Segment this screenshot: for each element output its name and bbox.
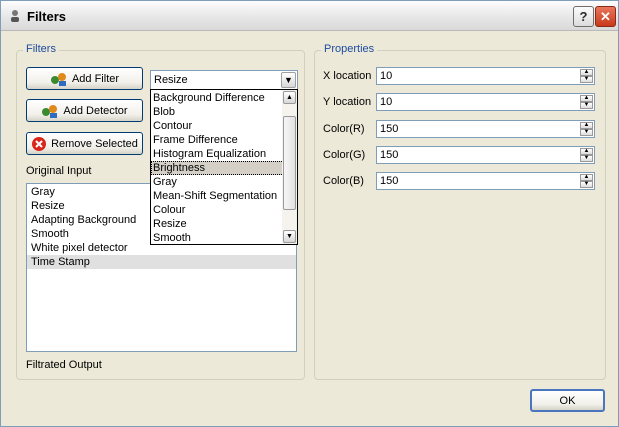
dropdown-scrollbar[interactable]: ▲ ▼ xyxy=(282,90,297,244)
dropdown-option[interactable]: Background Difference xyxy=(151,91,284,105)
y-location-value: 10 xyxy=(380,96,393,108)
dropdown-option[interactable]: Colour xyxy=(151,203,284,217)
add-detector-icon xyxy=(41,103,59,119)
color-r-label: Color(R) xyxy=(323,123,365,135)
properties-group-title: Properties xyxy=(321,43,378,55)
color-g-value: 150 xyxy=(380,149,399,161)
help-button[interactable]: ? xyxy=(573,6,594,27)
dropdown-option[interactable]: Blob xyxy=(151,105,284,119)
x-location-value: 10 xyxy=(380,70,393,82)
dropdown-option-selected[interactable]: Brightness xyxy=(151,161,284,175)
filter-type-select[interactable]: Resize ▼ xyxy=(150,70,298,90)
dropdown-option[interactable]: Gray xyxy=(151,175,284,189)
add-filter-icon xyxy=(50,71,68,87)
x-location-spinbox[interactable]: 10 ▲ ▼ xyxy=(376,67,595,85)
add-detector-button[interactable]: Add Detector xyxy=(26,99,143,122)
color-b-label: Color(B) xyxy=(323,175,364,187)
add-detector-label: Add Detector xyxy=(63,104,128,117)
color-b-value: 150 xyxy=(380,175,399,187)
chevron-down-icon[interactable]: ▼ xyxy=(281,72,296,88)
color-g-label: Color(G) xyxy=(323,149,366,161)
window-title: Filters xyxy=(27,9,67,24)
spin-up-icon[interactable]: ▲ xyxy=(580,95,593,102)
color-b-spinbox[interactable]: 150 ▲ ▼ xyxy=(376,172,595,190)
add-filter-label: Add Filter xyxy=(71,72,120,85)
scroll-down-icon[interactable]: ▼ xyxy=(283,230,296,243)
color-r-spinbox[interactable]: 150 ▲ ▼ xyxy=(376,120,595,138)
ok-button[interactable]: OK xyxy=(530,389,605,412)
filtrated-output-label: Filtrated Output xyxy=(26,359,102,371)
dropdown-option[interactable]: Histogram Equalization xyxy=(151,147,284,161)
remove-selected-button[interactable]: Remove Selected xyxy=(26,132,143,155)
spin-up-icon[interactable]: ▲ xyxy=(580,174,593,181)
remove-icon xyxy=(31,136,47,152)
y-location-spinbox[interactable]: 10 ▲ ▼ xyxy=(376,93,595,111)
dropdown-option[interactable]: Smooth xyxy=(151,231,284,244)
color-r-value: 150 xyxy=(380,123,399,135)
ok-label: OK xyxy=(559,394,576,407)
color-g-spinbox[interactable]: 150 ▲ ▼ xyxy=(376,146,595,164)
spin-down-icon[interactable]: ▼ xyxy=(580,155,593,162)
original-input-label: Original Input xyxy=(26,165,92,177)
spin-down-icon[interactable]: ▼ xyxy=(580,129,593,136)
filters-dialog: Filters ? ✕ Filters Add Filter Add Detec… xyxy=(0,0,619,427)
dropdown-option[interactable]: Contour xyxy=(151,119,284,133)
close-button[interactable]: ✕ xyxy=(595,6,616,27)
title-bar[interactable]: Filters ? ✕ xyxy=(1,1,618,31)
add-filter-button[interactable]: Add Filter xyxy=(26,67,143,90)
spin-down-icon[interactable]: ▼ xyxy=(580,102,593,109)
filter-type-value: Resize xyxy=(154,74,188,86)
dropdown-option[interactable]: Mean-Shift Segmentation xyxy=(151,189,284,203)
spin-down-icon[interactable]: ▼ xyxy=(580,76,593,83)
filters-group-title: Filters xyxy=(23,43,59,55)
y-location-label: Y location xyxy=(323,96,372,108)
remove-selected-label: Remove Selected xyxy=(51,137,138,150)
spin-down-icon[interactable]: ▼ xyxy=(580,181,593,188)
list-item-selected[interactable]: Time Stamp xyxy=(27,255,296,269)
x-location-label: X location xyxy=(323,70,372,82)
spin-up-icon[interactable]: ▲ xyxy=(580,148,593,155)
dropdown-option[interactable]: Resize xyxy=(151,217,284,231)
person-icon xyxy=(9,9,21,23)
spin-up-icon[interactable]: ▲ xyxy=(580,69,593,76)
filter-type-dropdown[interactable]: Background Difference Blob Contour Frame… xyxy=(150,89,298,245)
spin-up-icon[interactable]: ▲ xyxy=(580,122,593,129)
scrollbar-thumb[interactable] xyxy=(283,116,296,210)
dropdown-option[interactable]: Frame Difference xyxy=(151,133,284,147)
scroll-up-icon[interactable]: ▲ xyxy=(283,91,296,104)
